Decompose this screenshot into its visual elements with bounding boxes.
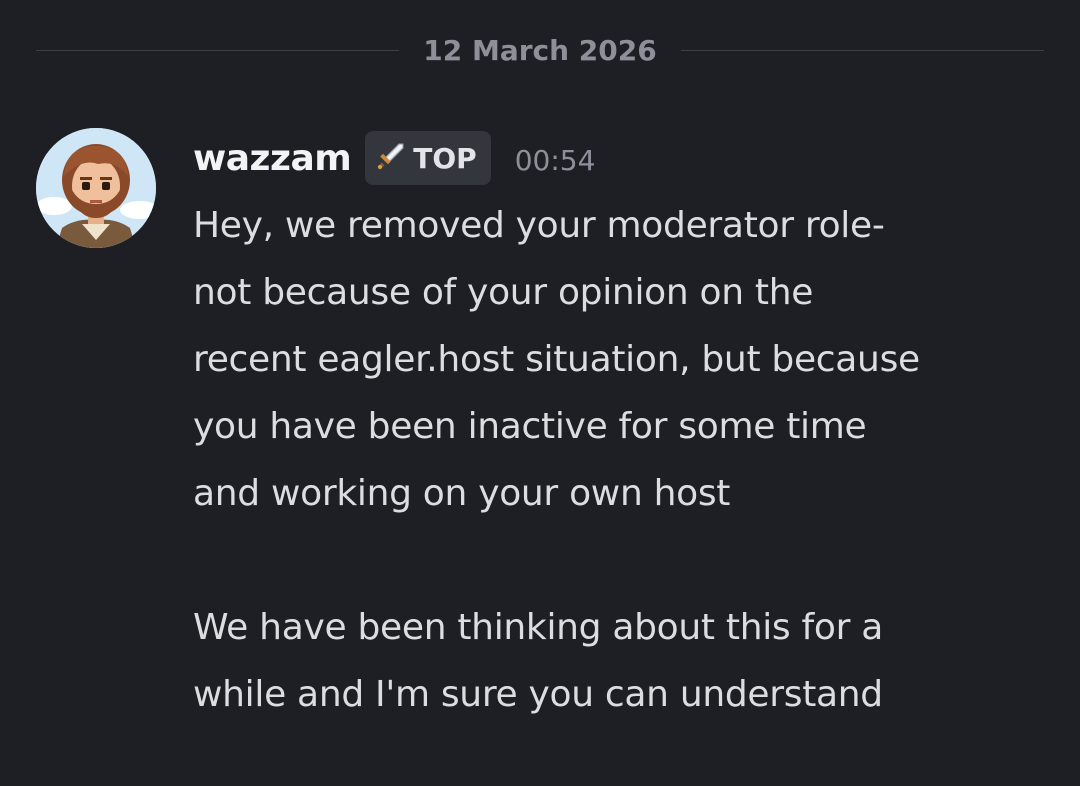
divider-line-right xyxy=(680,49,1044,51)
message-line: recent eagler.host situation, but becaus… xyxy=(193,339,920,380)
date-label: 12 March 2026 xyxy=(423,33,657,67)
message-timestamp[interactable]: 00:54 xyxy=(515,140,596,177)
message-line: you have been inactive for some time xyxy=(193,406,867,447)
date-divider: 12 March 2026 xyxy=(36,28,1044,72)
message-body: Hey, we removed your moderator role- not… xyxy=(193,192,1053,728)
message-line: while and I'm sure you can understand xyxy=(193,674,883,715)
avatar-image xyxy=(36,128,156,248)
message-line: Hey, we removed your moderator role- xyxy=(193,205,885,246)
role-tag-label: TOP xyxy=(413,141,477,175)
divider-line-left xyxy=(36,49,400,51)
message-line: We have been thinking about this for a xyxy=(193,607,884,648)
message-line: and working on your own host xyxy=(193,473,731,514)
sword-icon xyxy=(375,140,407,176)
message-line: not because of your opinion on the xyxy=(193,272,814,313)
author-username[interactable]: wazzam xyxy=(193,138,352,179)
role-tag[interactable]: TOP xyxy=(365,131,491,185)
message-container: wazzam TOP 00:54 Hey, we removed your mo… xyxy=(193,128,1053,728)
message-header: wazzam TOP 00:54 xyxy=(193,128,1053,188)
avatar[interactable] xyxy=(36,128,156,248)
